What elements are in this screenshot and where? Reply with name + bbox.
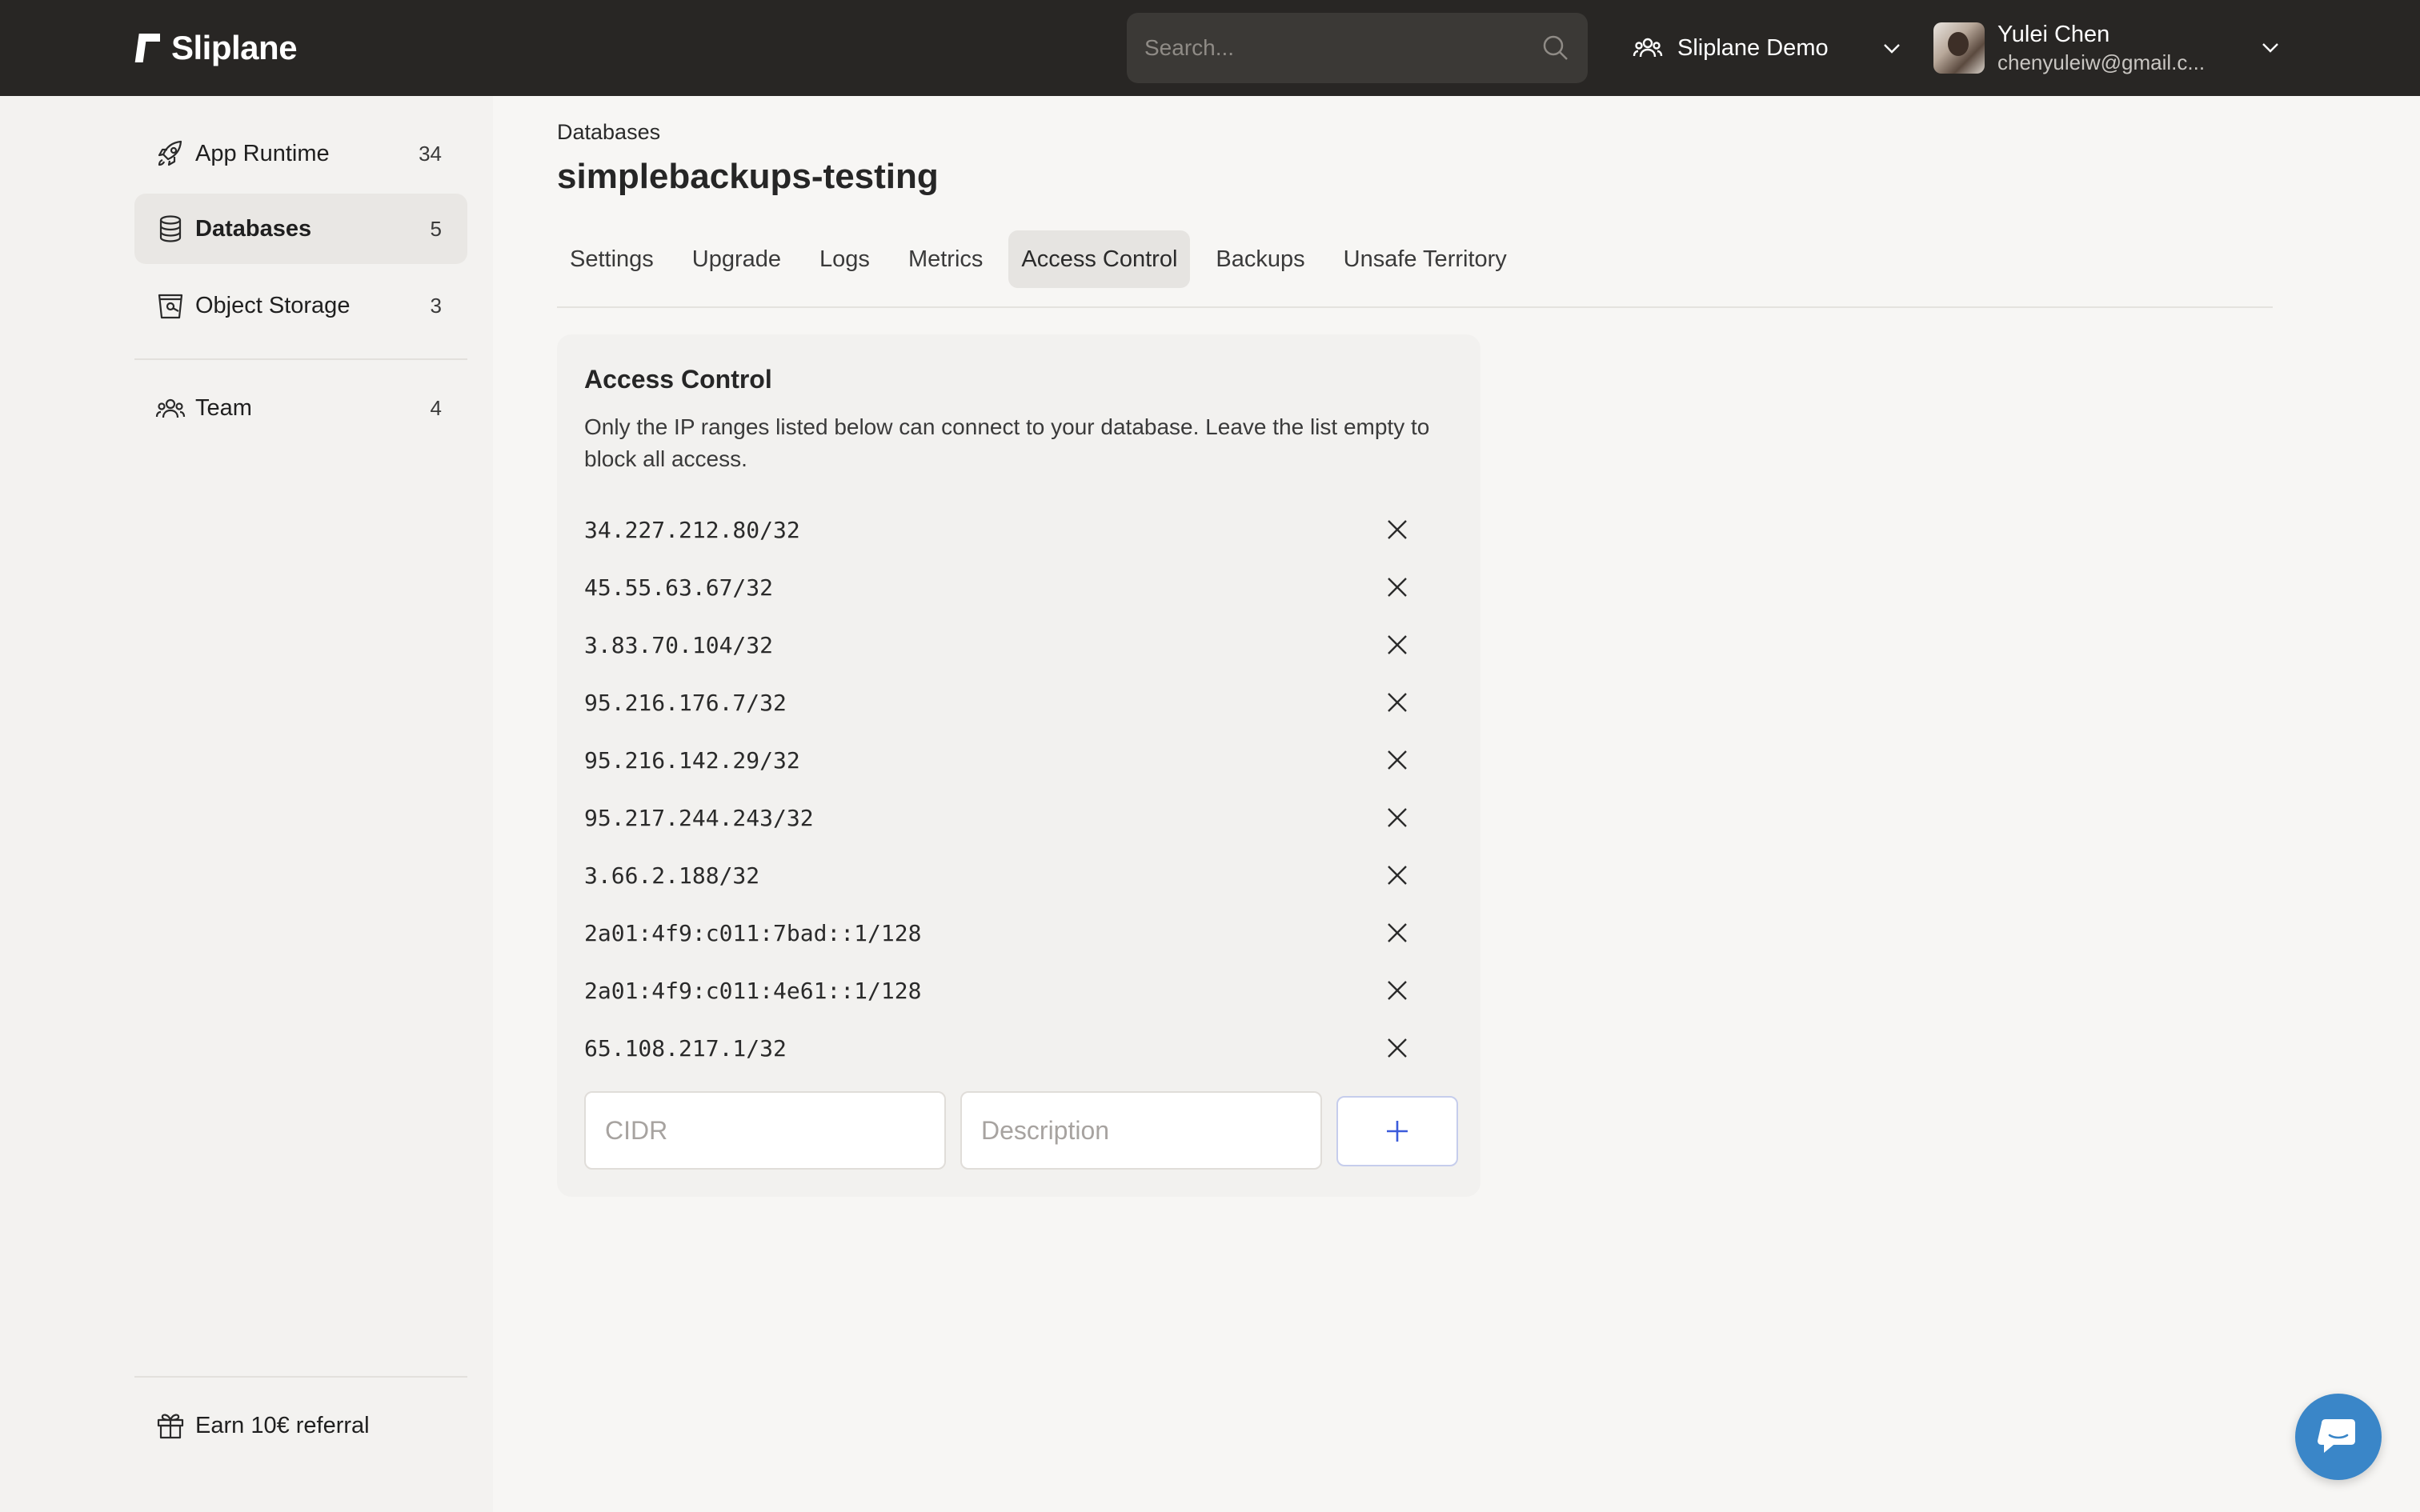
tab-unsafe-territory[interactable]: Unsafe Territory <box>1331 230 1520 288</box>
breadcrumb[interactable]: Databases <box>557 120 660 145</box>
list-item: 65.108.217.1/32 <box>584 1019 1456 1077</box>
user-email: chenyuleiw@gmail.c... <box>1997 50 2206 74</box>
sliplane-logo-icon <box>134 34 160 62</box>
list-item: 3.83.70.104/32 <box>584 616 1456 674</box>
chevron-down-icon[interactable] <box>1880 36 1904 60</box>
cidr-value: 95.217.244.243/32 <box>584 804 814 831</box>
cidr-value: 2a01:4f9:c011:4e61::1/128 <box>584 977 922 1004</box>
search-input[interactable] <box>1144 35 1541 61</box>
list-item: 34.227.212.80/32 <box>584 501 1456 558</box>
list-item: 95.216.142.29/32 <box>584 731 1456 789</box>
app-logo[interactable]: Sliplane <box>133 27 298 69</box>
list-item: 2a01:4f9:c011:4e61::1/128 <box>584 962 1456 1019</box>
list-item: 45.55.63.67/32 <box>584 558 1456 616</box>
ip-list: 34.227.212.80/32 45.55.63.67/32 3.83.70.… <box>584 501 1456 1077</box>
sidebar-item-object-storage[interactable]: Object Storage 3 <box>134 270 467 341</box>
sidebar-item-label: Databases <box>195 215 312 242</box>
tab-access-control[interactable]: Access Control <box>1008 230 1191 288</box>
tab-backups[interactable]: Backups <box>1203 230 1317 288</box>
top-bar: Sliplane Sliplane Demo Yulei Chen chenyu… <box>0 0 2420 96</box>
referral-label: Earn 10€ referral <box>195 1412 370 1438</box>
list-item: 95.216.176.7/32 <box>584 674 1456 731</box>
org-name: Sliplane Demo <box>1677 34 1829 61</box>
chevron-down-icon[interactable] <box>2258 35 2282 59</box>
close-icon[interactable] <box>1380 858 1415 893</box>
search-icon[interactable] <box>1541 34 1570 62</box>
cidr-value: 65.108.217.1/32 <box>584 1034 787 1062</box>
page-title: simplebackups-testing <box>557 157 939 196</box>
gift-icon <box>155 1410 186 1441</box>
sidebar-divider <box>134 1376 467 1378</box>
description-input[interactable] <box>960 1091 1322 1170</box>
close-icon[interactable] <box>1380 685 1415 720</box>
item-count: 5 <box>430 216 442 241</box>
app-name: Sliplane <box>171 29 298 66</box>
sidebar-item-app-runtime[interactable]: App Runtime 34 <box>134 118 467 189</box>
team-icon <box>1633 33 1663 63</box>
sidebar-item-label: Object Storage <box>195 292 351 318</box>
chat-icon <box>2318 1419 2355 1453</box>
close-icon[interactable] <box>1380 627 1415 662</box>
close-icon[interactable] <box>1380 570 1415 605</box>
item-count: 3 <box>430 293 442 318</box>
list-item: 2a01:4f9:c011:7bad::1/128 <box>584 904 1456 962</box>
close-icon[interactable] <box>1380 1030 1415 1066</box>
database-icon <box>155 214 186 244</box>
add-entry-button[interactable] <box>1336 1096 1458 1166</box>
tab-bar: Settings Upgrade Logs Metrics Access Con… <box>557 230 1520 288</box>
sidebar-divider <box>134 358 467 360</box>
user-menu[interactable]: Yulei Chen chenyuleiw@gmail.c... <box>1933 19 2278 77</box>
item-count: 34 <box>419 141 442 166</box>
bucket-icon <box>155 290 186 321</box>
org-switcher[interactable]: Sliplane Demo <box>1633 24 1904 72</box>
access-control-card: Access Control Only the IP ranges listed… <box>557 334 1480 1197</box>
tabs-divider <box>557 306 2273 308</box>
list-item: 3.66.2.188/32 <box>584 846 1456 904</box>
cidr-value: 34.227.212.80/32 <box>584 516 800 543</box>
tab-logs[interactable]: Logs <box>807 230 883 288</box>
rocket-icon <box>155 138 186 169</box>
close-icon[interactable] <box>1380 800 1415 835</box>
tab-settings[interactable]: Settings <box>557 230 667 288</box>
team-icon <box>155 393 186 423</box>
avatar <box>1933 22 1985 74</box>
sidebar: App Runtime 34 Databases 5 Object Storag… <box>0 96 493 1512</box>
sidebar-item-label: Team <box>195 394 252 421</box>
cidr-value: 2a01:4f9:c011:7bad::1/128 <box>584 919 922 946</box>
cidr-input[interactable] <box>584 1091 946 1170</box>
referral-link[interactable]: Earn 10€ referral <box>134 1390 467 1461</box>
item-count: 4 <box>430 395 442 420</box>
cidr-value: 3.83.70.104/32 <box>584 631 774 658</box>
close-icon[interactable] <box>1380 915 1415 950</box>
cidr-value: 95.216.142.29/32 <box>584 746 800 774</box>
card-description: Only the IP ranges listed below can conn… <box>584 414 1430 471</box>
card-title: Access Control <box>584 365 772 394</box>
tab-metrics[interactable]: Metrics <box>895 230 996 288</box>
cidr-value: 3.66.2.188/32 <box>584 862 760 889</box>
cidr-value: 95.216.176.7/32 <box>584 689 787 716</box>
close-icon[interactable] <box>1380 512 1415 547</box>
list-item: 95.217.244.243/32 <box>584 789 1456 846</box>
sidebar-item-databases[interactable]: Databases 5 <box>134 194 467 264</box>
sidebar-item-label: App Runtime <box>195 140 330 166</box>
cidr-value: 45.55.63.67/32 <box>584 574 774 601</box>
chat-button[interactable] <box>2295 1394 2382 1480</box>
plus-icon <box>1387 1121 1408 1142</box>
add-entry-form <box>584 1091 1458 1170</box>
sidebar-item-team[interactable]: Team 4 <box>134 373 467 443</box>
search-box[interactable] <box>1127 13 1588 83</box>
close-icon[interactable] <box>1380 742 1415 778</box>
close-icon[interactable] <box>1380 973 1415 1008</box>
tab-upgrade[interactable]: Upgrade <box>679 230 794 288</box>
user-name: Yulei Chen <box>1997 22 2110 47</box>
